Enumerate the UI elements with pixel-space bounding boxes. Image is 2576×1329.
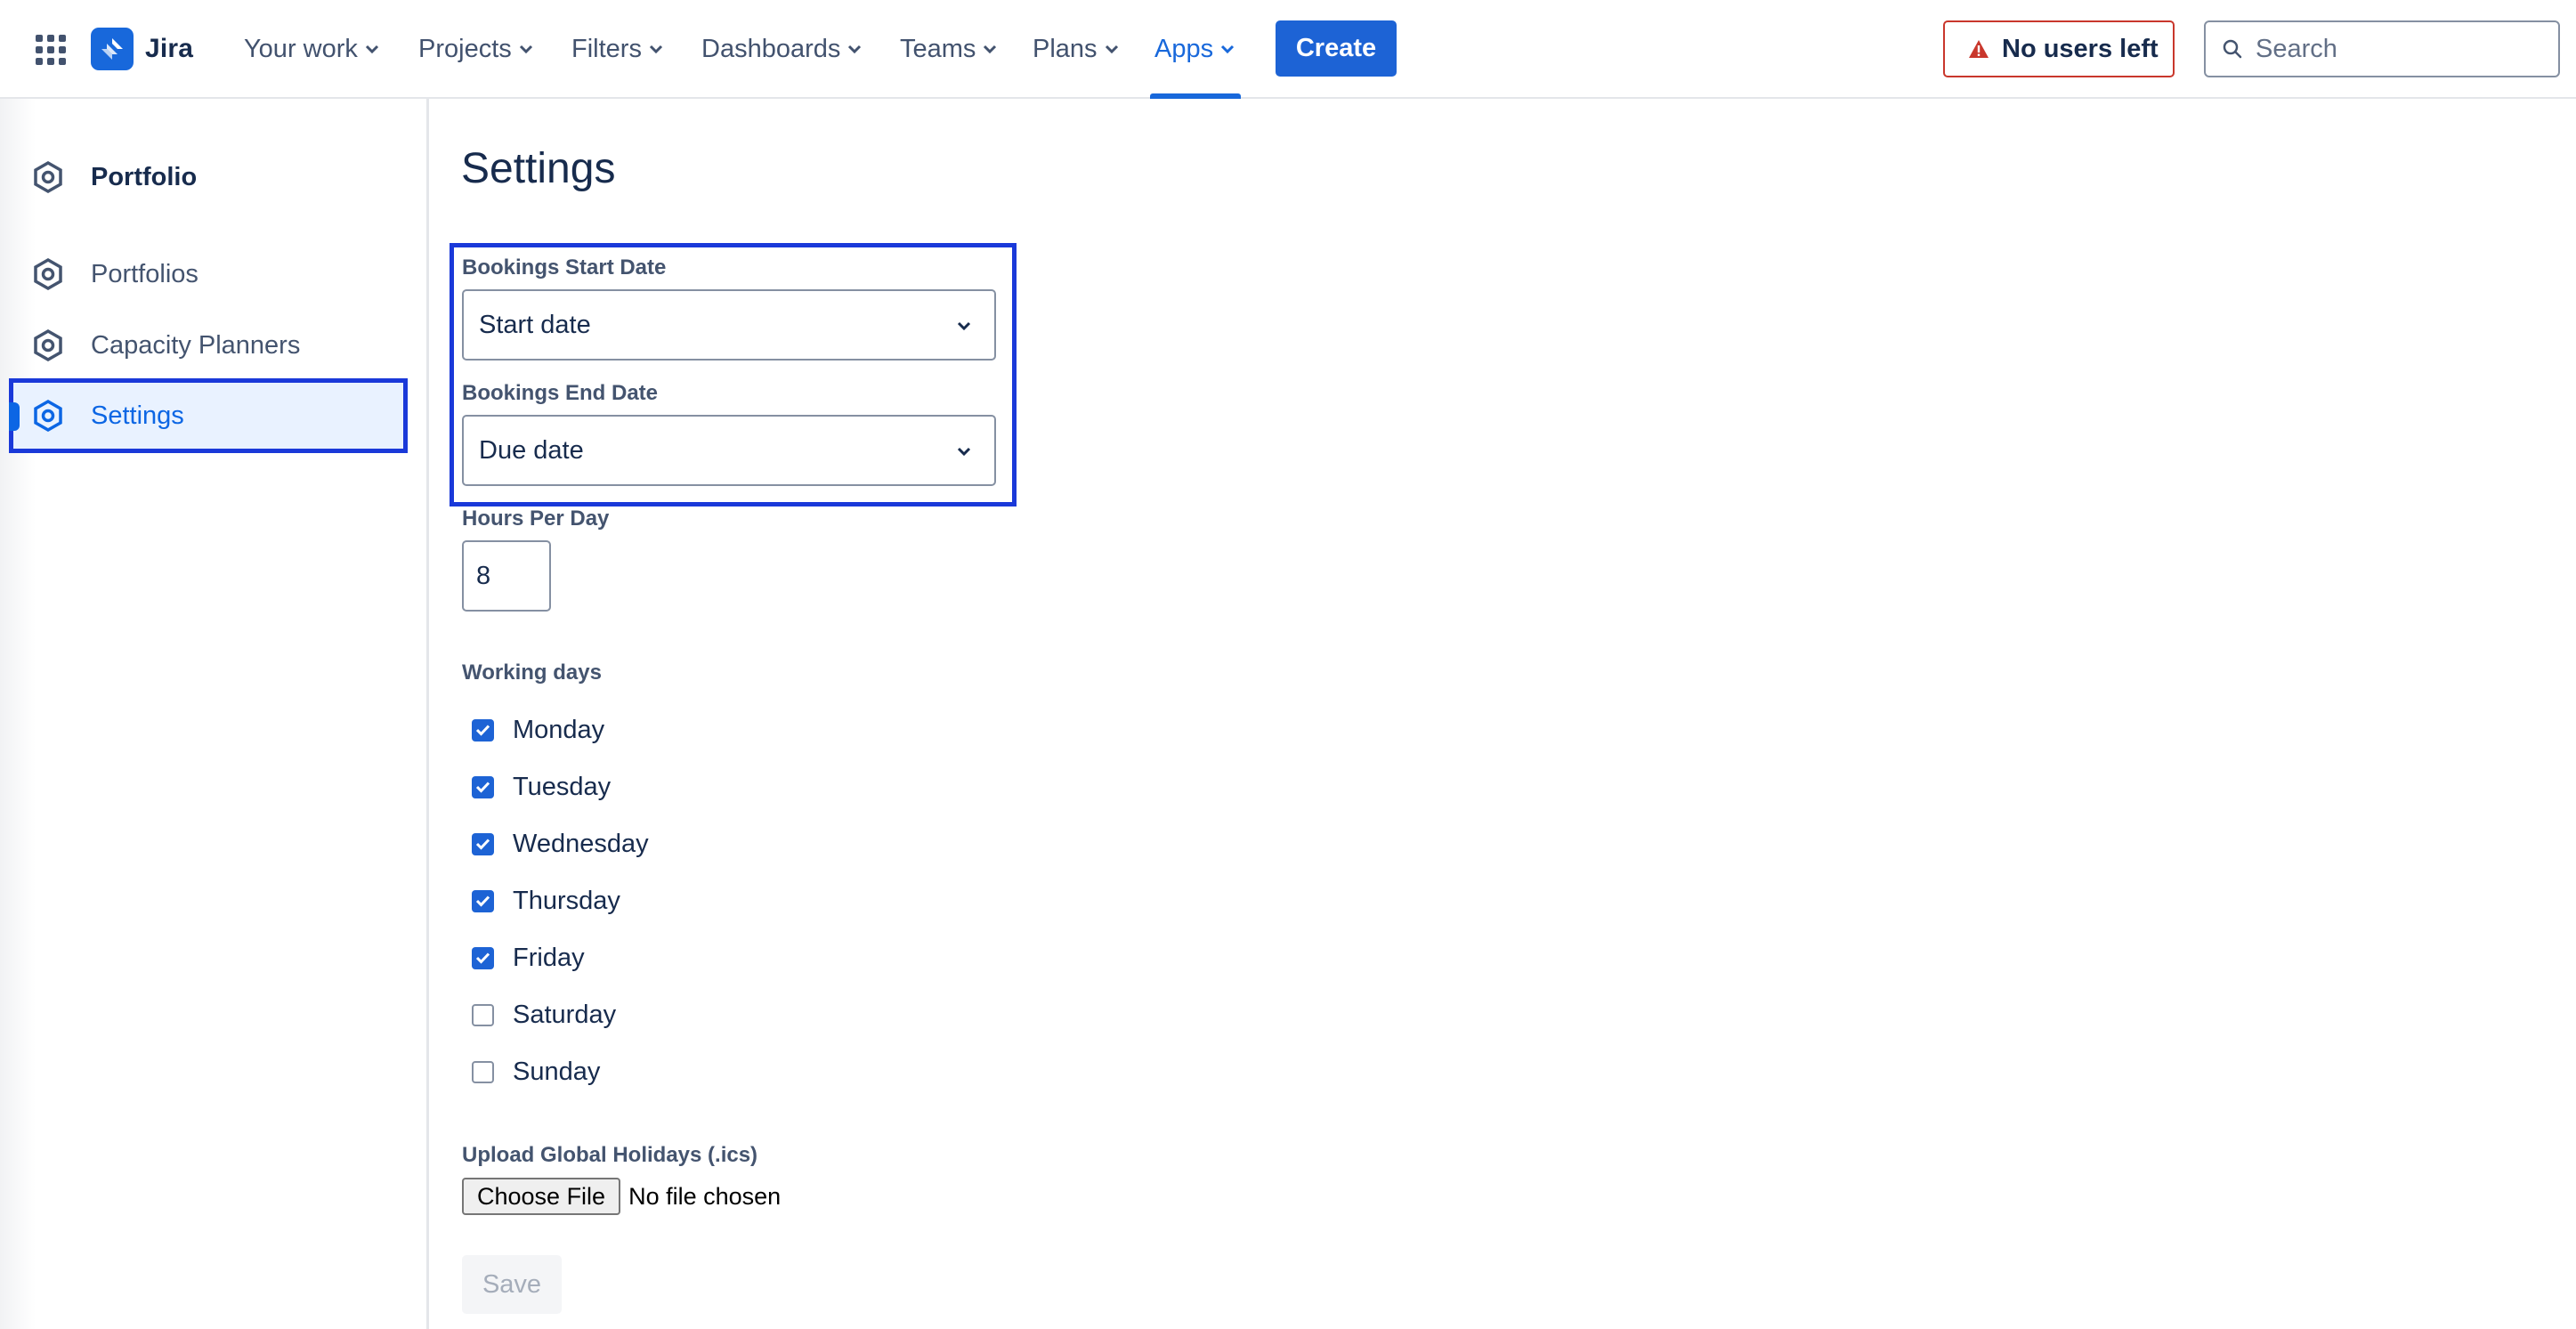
start-date-label: Bookings Start Date: [462, 255, 667, 280]
holidays-upload-label: Upload Global Holidays (.ics): [462, 1143, 758, 1167]
checkmark-icon: [475, 839, 490, 850]
search-input[interactable]: [2256, 34, 2540, 64]
chevron-down-icon: [365, 45, 378, 53]
sidebar-item-settings[interactable]: Settings: [9, 378, 408, 453]
hours-per-day-label: Hours Per Day: [462, 506, 610, 531]
checkmark-icon: [475, 782, 490, 793]
users-badge-label: No users left: [2002, 34, 2159, 63]
day-label: Sunday: [513, 1057, 601, 1086]
app-switcher-icon[interactable]: [36, 35, 66, 65]
nav-apps[interactable]: Apps: [1154, 27, 1235, 71]
nav-projects[interactable]: Projects: [418, 27, 533, 71]
nav-label: Your work: [244, 34, 358, 63]
nav-dashboards[interactable]: Dashboards: [701, 27, 862, 71]
sidebar: Portfolio Portfolios Capacity Planners S…: [0, 99, 429, 1329]
checkbox-checked[interactable]: [472, 889, 494, 912]
chevron-down-icon: [848, 45, 862, 53]
chevron-down-icon: [649, 45, 663, 53]
start-date-value: Start date: [479, 310, 591, 339]
day-label: Friday: [513, 943, 585, 972]
holidays-file-input: Choose File No file chosen: [462, 1178, 781, 1215]
nav-plans[interactable]: Plans: [1033, 27, 1119, 71]
checkmark-icon: [475, 952, 490, 964]
nav-your-work[interactable]: Your work: [244, 27, 379, 71]
working-day-sunday[interactable]: Sunday: [472, 1054, 600, 1090]
app-name: Jira: [145, 34, 194, 63]
page-title: Settings: [461, 145, 616, 192]
end-date-label: Bookings End Date: [462, 381, 659, 405]
checkmark-icon: [475, 725, 490, 736]
nav-label: Apps: [1154, 34, 1214, 63]
active-nav-indicator: [1150, 93, 1241, 99]
day-label: Thursday: [513, 886, 620, 915]
working-day-friday[interactable]: Friday: [472, 940, 585, 976]
checkbox-checked[interactable]: [472, 946, 494, 969]
checkbox-checked[interactable]: [472, 718, 494, 741]
chevron-down-icon: [984, 45, 997, 53]
nav-label: Dashboards: [701, 34, 841, 63]
nav-filters[interactable]: Filters: [571, 27, 663, 71]
jira-logo-icon: [91, 28, 134, 70]
day-label: Saturday: [513, 1000, 617, 1029]
nav-label: Projects: [418, 34, 512, 63]
working-day-wednesday[interactable]: Wednesday: [472, 826, 649, 862]
checkbox-checked[interactable]: [472, 832, 494, 855]
search-icon: [2223, 39, 2242, 59]
jira-logo[interactable]: Jira: [91, 27, 193, 71]
hexagon-icon: [34, 329, 62, 361]
checkmark-icon: [475, 895, 490, 907]
checkbox-checked[interactable]: [472, 775, 494, 798]
chevron-down-icon: [1221, 45, 1235, 53]
hexagon-icon: [34, 258, 62, 290]
hours-per-day-input[interactable]: [462, 540, 551, 612]
hexagon-icon: [34, 161, 62, 193]
checkbox-unchecked[interactable]: [472, 1003, 494, 1026]
no-users-left-badge[interactable]: No users left: [1943, 20, 2175, 77]
checkbox-unchecked[interactable]: [472, 1060, 494, 1083]
sidebar-header-portfolio[interactable]: Portfolio: [9, 140, 408, 215]
sidebar-item-label: Capacity Planners: [91, 330, 301, 360]
chevron-down-icon: [957, 321, 971, 330]
nav-label: Teams: [900, 34, 976, 63]
working-days-label: Working days: [462, 660, 602, 685]
chevron-down-icon: [957, 447, 971, 456]
working-day-tuesday[interactable]: Tuesday: [472, 769, 611, 805]
sidebar-item-label: Settings: [91, 401, 184, 430]
save-button[interactable]: Save: [462, 1255, 562, 1314]
end-date-select[interactable]: Due date: [462, 415, 996, 486]
start-date-select[interactable]: Start date: [462, 289, 996, 361]
hexagon-icon: [34, 400, 62, 432]
day-label: Wednesday: [513, 829, 649, 858]
working-day-saturday[interactable]: Saturday: [472, 997, 616, 1033]
chevron-down-icon: [1105, 45, 1118, 53]
end-date-value: Due date: [479, 435, 584, 465]
create-button[interactable]: Create: [1276, 20, 1397, 77]
nav-teams[interactable]: Teams: [900, 27, 997, 71]
file-status-text: No file chosen: [628, 1182, 782, 1210]
sidebar-item-portfolios[interactable]: Portfolios: [9, 237, 408, 312]
working-day-thursday[interactable]: Thursday: [472, 883, 620, 919]
working-day-monday[interactable]: Monday: [472, 712, 604, 748]
sidebar-header-label: Portfolio: [91, 162, 198, 191]
nav-label: Plans: [1033, 34, 1098, 63]
warning-icon: [1969, 40, 1989, 58]
day-label: Monday: [513, 715, 605, 744]
choose-file-button[interactable]: Choose File: [462, 1178, 621, 1215]
search-box[interactable]: [2204, 20, 2560, 77]
sidebar-item-label: Portfolios: [91, 259, 198, 288]
day-label: Tuesday: [513, 772, 612, 801]
chevron-down-icon: [519, 45, 532, 53]
nav-label: Filters: [571, 34, 642, 63]
sidebar-item-capacity-planners[interactable]: Capacity Planners: [9, 308, 408, 383]
top-navigation: Jira Your work Projects Filters Dashboar…: [0, 0, 2576, 99]
sidebar-active-indicator: [9, 402, 20, 431]
